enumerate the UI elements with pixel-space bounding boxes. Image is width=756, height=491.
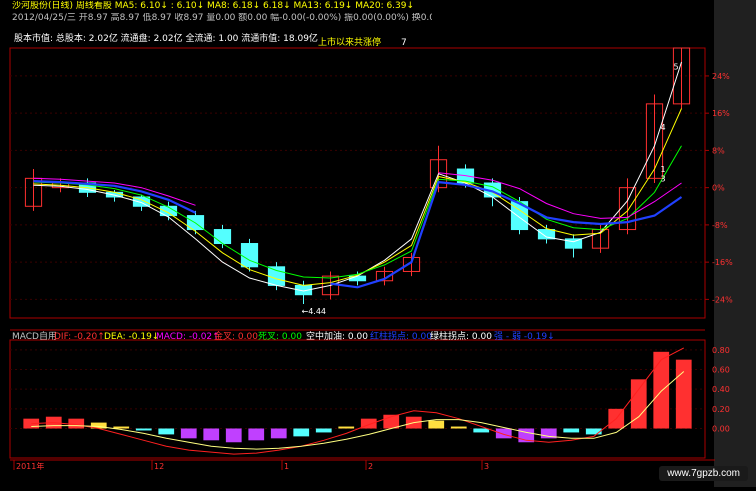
header-line-2: 2012/04/25/三 开8.97 高8.97 低8.97 收8.97 量0.… [12,13,432,23]
chart-canvas[interactable]: 24%16%8%0%-8%-16%-24%1345←4.440.800.600.… [0,0,756,487]
macd-bar [203,428,220,441]
macd-bar [68,418,85,429]
macd-dead-cross: 死叉: 0.00 [258,332,302,342]
candle-body [267,266,286,286]
x-tick-label: 2 [368,462,373,471]
macd-bar [585,428,602,435]
ma-line-ma13 [33,145,682,279]
macd-bar [495,428,512,439]
limit-up-count: 7 [401,38,407,48]
x-tick-label: 1 [284,462,289,471]
macd-bar [270,428,287,439]
header-line-1: 沙河股份(日线) 周线看股 MA5: 6.10↓ : 6.10↓ MA8: 6.… [12,1,415,11]
annotation-label: 3 [661,174,666,183]
y-tick-label: 24% [712,72,730,81]
macd-tick-label: 0.00 [712,425,730,434]
ma-line-ma8 [33,108,682,286]
ma-line-ma5 [33,61,682,292]
annotation-label: 4 [661,123,666,132]
macd-bar [473,428,490,433]
watermark-badge: www.7gpzb.com [659,466,748,481]
header-line-3: 股本市值: 总股本: 2.02亿 流通盘: 2.02亿 全流通: 1.00 流通… [14,34,318,44]
y-tick-label: 8% [712,146,725,155]
y-tick-label: 16% [712,109,730,118]
macd-bar [293,428,310,437]
macd-tick-label: 0.20 [712,405,730,414]
macd-bar [675,359,692,429]
macd-bar [338,426,355,429]
y-tick-label: 0% [712,184,725,193]
macd-tick-label: 0.40 [712,385,730,394]
y-tick-label: -8% [712,221,728,230]
ma-line-ma20 [33,172,682,219]
macd-red-turn: 红柱拐点: 0.00 [370,332,432,342]
x-tick-label: 12 [154,462,164,471]
macd-bar [180,428,197,439]
stock-chart-window: 24% 16% 8% 0% -8% -16% -24% 1 3 4 5 ←4.44 0.80 0.60 0.… [0,0,756,487]
y-tick-label: -16% [712,258,733,267]
macd-dea: DEA: -0.19↓ [104,332,160,342]
macd-value: MACD: -0.02↑ [156,332,220,342]
y-tick-label: -24% [712,295,733,304]
macd-bar [428,420,445,429]
macd-green-turn: 绿柱拐点: 0.00 [430,332,492,342]
macd-bar [450,426,467,429]
candle-body [240,243,259,268]
limit-up-label: 上市以来共涨停 [318,38,382,48]
macd-bar [315,428,332,433]
macd-bar [248,428,265,441]
annotation-label: 5 [674,63,679,72]
x-tick-label: 3 [484,462,489,471]
macd-air-refuel: 空中加油: 0.00 [306,332,368,342]
annotation-label: 1 [661,165,666,174]
macd-tick-label: 0.80 [712,346,730,355]
macd-name: MACD自用 [12,332,57,342]
annotation-label: ←4.44 [302,307,327,316]
macd-panel-frame [9,339,706,459]
macd-bar [158,428,175,435]
macd-strength: 强 - 弱 -0.19↓ [494,332,555,342]
macd-bar [135,428,152,431]
x-tick-label: 2011年 [16,461,44,471]
macd-bar [225,428,242,443]
macd-bar [653,351,670,429]
macd-bar [113,426,130,429]
macd-dif: DIF: -0.20↑ [54,332,105,342]
macd-tick-label: 0.60 [712,366,730,375]
macd-bar [563,428,580,433]
candle-body [213,229,232,245]
macd-golden-cross: 金叉: 0.00 [214,332,258,342]
